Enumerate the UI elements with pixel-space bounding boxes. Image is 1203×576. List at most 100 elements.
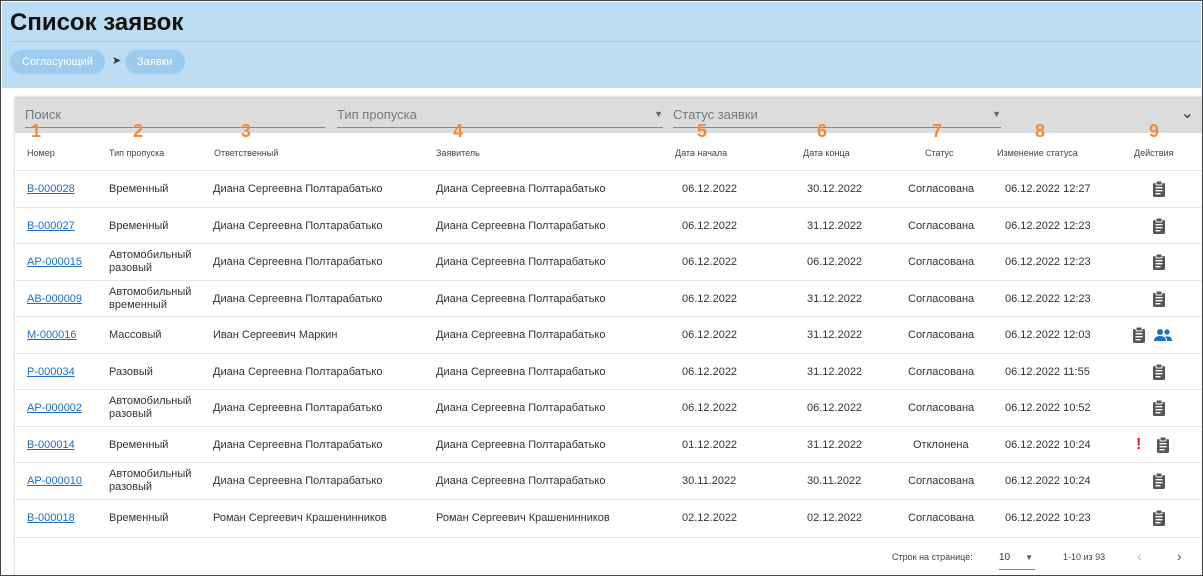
pass-type-cell: Автомобильный разовый xyxy=(109,468,192,493)
column-marker-5: 5 xyxy=(697,121,708,141)
end-date-cell: 06.12.2022 xyxy=(807,402,863,414)
column-marker-6: 6 xyxy=(817,121,828,141)
start-date-cell: 06.12.2022 xyxy=(682,292,738,305)
column-header-actions: Действия xyxy=(1134,148,1174,158)
applicant-cell: Диана Сергеевна Полтарабатько xyxy=(436,365,606,378)
column-header-status-change[interactable]: Изменение статуса xyxy=(997,148,1078,158)
status-select[interactable]: Статус заявки ▼ xyxy=(673,101,1001,128)
status-change-cell: 06.12.2022 12:23 xyxy=(1005,219,1091,232)
table-row[interactable]: В-000018 Временный Роман Сергеевич Крашени… xyxy=(15,498,1202,536)
end-date-cell: 31.12.2022 xyxy=(807,438,863,451)
request-number-link[interactable]: В-000014 xyxy=(27,439,75,451)
start-date-cell: 02.12.2022 xyxy=(682,511,738,524)
status-cell: Согласована xyxy=(908,511,975,524)
column-header-end-date[interactable]: Дата конца xyxy=(803,148,850,158)
responsible-cell: Роман Сергеевич Крашенинников xyxy=(213,511,387,524)
chevron-down-icon[interactable]: ⌄ xyxy=(1181,103,1194,123)
column-header-applicant[interactable]: Заявитель xyxy=(436,148,480,158)
pass-type-select[interactable]: Тип пропуска ▼ xyxy=(337,101,663,128)
breadcrumb-approver[interactable]: Согласующий xyxy=(10,50,105,74)
clipboard-icon[interactable] xyxy=(1156,436,1170,453)
start-date-cell: 06.12.2022 xyxy=(682,256,738,268)
applicant-cell: Диана Сергеевна Полтарабатько xyxy=(436,256,606,268)
table-row[interactable]: В-000028 Временный Диана Сергеевна Полтара… xyxy=(15,170,1202,207)
pass-type-cell: Разовый xyxy=(109,365,153,378)
breadcrumb-requests[interactable]: Заявки xyxy=(125,50,185,74)
request-number-link[interactable]: В-000018 xyxy=(27,512,75,524)
pass-type-cell: Массовый xyxy=(109,329,162,341)
search-input[interactable]: Поиск xyxy=(25,101,325,128)
column-marker-9: 9 xyxy=(1149,121,1160,141)
table-row[interactable]: АР-000015 Автомобильный разовый Диана Серг… xyxy=(15,243,1202,280)
pass-type-cell: Автомобильный временный xyxy=(109,285,192,311)
start-date-cell: 06.12.2022 xyxy=(682,183,738,195)
status-change-cell: 06.12.2022 10:52 xyxy=(1005,402,1091,414)
pass-type-cell: Автомобильный разовый xyxy=(109,395,192,420)
request-number-link[interactable]: М-000016 xyxy=(27,329,77,341)
table-row[interactable]: АВ-000009 Автомобильный временный Диана Се… xyxy=(15,279,1202,317)
clipboard-icon[interactable] xyxy=(1152,217,1166,234)
end-date-cell: 31.12.2022 xyxy=(807,329,863,341)
chevron-left-icon[interactable]: ‹ xyxy=(1137,548,1142,564)
applicant-cell: Диана Сергеевна Полтарабатько xyxy=(436,292,606,305)
request-number-link[interactable]: АР-000002 xyxy=(27,402,82,414)
start-date-cell: 30.11.2022 xyxy=(682,475,737,487)
rows-per-page-value: 10 xyxy=(999,552,1011,563)
column-marker-2: 2 xyxy=(133,121,144,141)
start-date-cell: 06.12.2022 xyxy=(682,402,738,414)
table-row[interactable]: В-000014 Временный Диана Сергеевна Полтара… xyxy=(15,425,1202,463)
responsible-cell: Диана Сергеевна Полтарабатько xyxy=(213,219,383,232)
status-cell: Согласована xyxy=(908,183,975,195)
pagination-bar: Строк на странице: 10 ▼ 1-10 из 93 ‹ › xyxy=(15,537,1202,575)
pass-type-cell: Временный xyxy=(109,219,169,232)
table-row[interactable]: Р-000034 Разовый Диана Сергеевна Полтараба… xyxy=(15,352,1202,390)
request-number-link[interactable]: АВ-000009 xyxy=(27,293,82,305)
table-row[interactable]: В-000027 Временный Диана Сергеевна Полтара… xyxy=(15,206,1202,244)
alert-icon: ! xyxy=(1136,435,1142,453)
table-row[interactable]: АР-000002 Автомобильный разовый Диана Серг… xyxy=(15,389,1202,426)
chevron-right-icon[interactable]: › xyxy=(1177,548,1182,564)
requests-table-card: Поиск Тип пропуска ▼ Статус заявки ▼ ⌄ 1… xyxy=(15,97,1202,575)
status-cell: Согласована xyxy=(908,402,975,414)
column-header-responsible[interactable]: Ответственный xyxy=(214,148,278,158)
applicant-cell: Диана Сергеевна Полтарабатько xyxy=(436,329,606,341)
column-header-start-date[interactable]: Дата начала xyxy=(675,148,727,158)
dropdown-caret-icon: ▼ xyxy=(992,109,1001,119)
responsible-cell: Иван Сергеевич Маркин xyxy=(213,329,338,341)
clipboard-icon[interactable] xyxy=(1152,399,1166,416)
clipboard-icon[interactable] xyxy=(1152,290,1166,307)
column-header-number[interactable]: Номер xyxy=(27,148,55,158)
clipboard-icon[interactable] xyxy=(1152,253,1166,270)
status-change-cell: 06.12.2022 10:23 xyxy=(1005,511,1091,524)
clipboard-icon[interactable] xyxy=(1152,363,1166,380)
header-divider xyxy=(10,41,1200,42)
column-marker-3: 3 xyxy=(241,121,252,141)
request-number-link[interactable]: АР-000010 xyxy=(27,475,82,487)
status-cell: Согласована xyxy=(908,292,975,305)
start-date-cell: 06.12.2022 xyxy=(682,329,738,341)
clipboard-icon[interactable] xyxy=(1152,509,1166,526)
clipboard-icon[interactable] xyxy=(1132,326,1146,343)
column-header-status[interactable]: Статус xyxy=(925,148,953,158)
status-cell: Согласована xyxy=(908,219,975,232)
rows-per-page-select[interactable]: 10 ▼ xyxy=(999,548,1035,570)
status-change-cell: 06.12.2022 10:24 xyxy=(1005,475,1091,487)
rows-per-page-label: Строк на странице: xyxy=(892,552,973,562)
end-date-cell: 02.12.2022 xyxy=(807,511,863,524)
table-row[interactable]: АР-000010 Автомобильный разовый Диана Серг… xyxy=(15,462,1202,499)
app-frame: Список заявок Согласующий ➤ Заявки Поиск… xyxy=(0,0,1203,576)
group-icon[interactable] xyxy=(1154,328,1172,342)
clipboard-icon[interactable] xyxy=(1152,472,1166,489)
request-number-link[interactable]: В-000027 xyxy=(27,220,75,232)
column-header-pass-type[interactable]: Тип пропуска xyxy=(109,148,164,158)
table-row[interactable]: М-000016 Массовый Иван Сергеевич Маркин Диа… xyxy=(15,316,1202,353)
responsible-cell: Диана Сергеевна Полтарабатько xyxy=(213,292,383,305)
request-number-link[interactable]: АР-000015 xyxy=(27,256,82,268)
status-cell: Согласована xyxy=(908,365,975,378)
request-number-link[interactable]: Р-000034 xyxy=(27,366,75,378)
clipboard-icon[interactable] xyxy=(1152,180,1166,197)
end-date-cell: 31.12.2022 xyxy=(807,292,863,305)
column-marker-1: 1 xyxy=(31,121,42,141)
status-change-cell: 06.12.2022 10:24 xyxy=(1005,438,1091,451)
request-number-link[interactable]: В-000028 xyxy=(27,183,75,195)
